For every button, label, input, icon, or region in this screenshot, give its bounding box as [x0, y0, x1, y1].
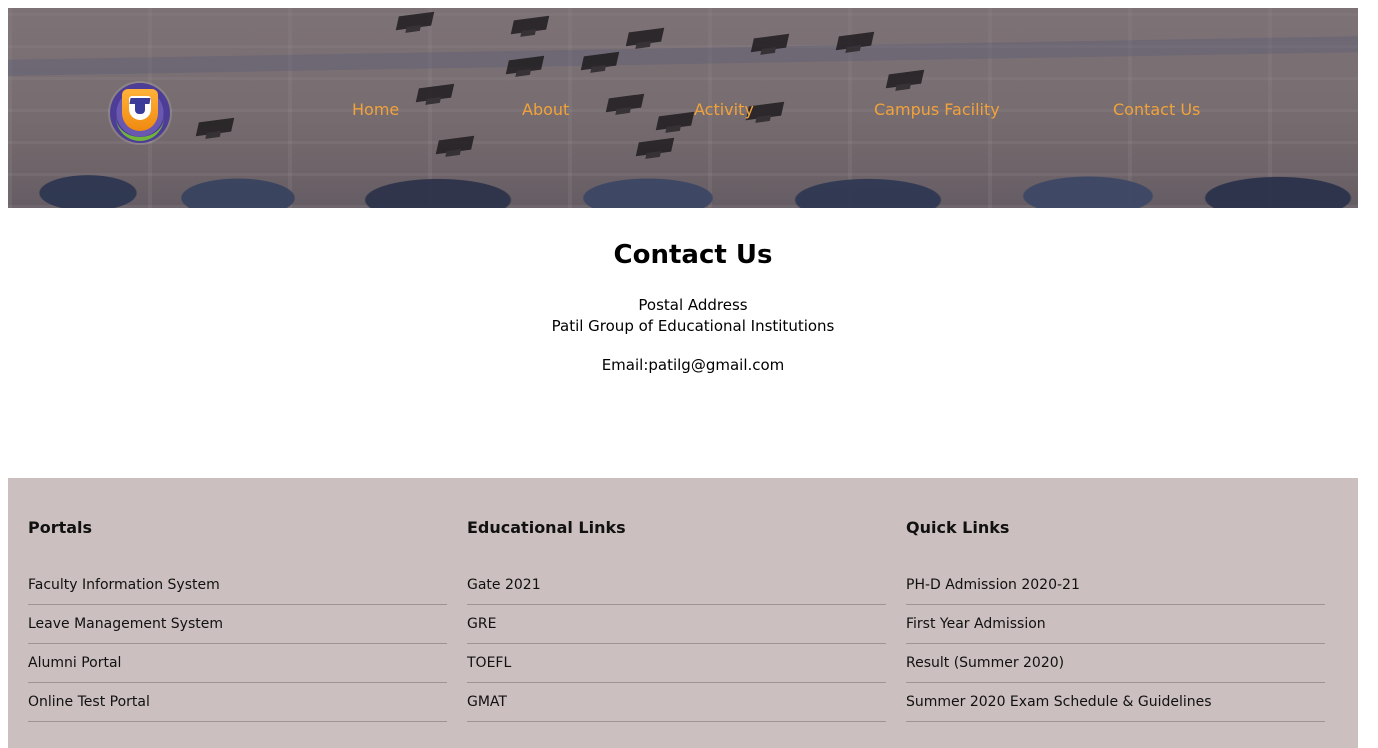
page-title: Contact Us: [613, 240, 773, 270]
footer-link-list: PH-D Admission 2020-21 First Year Admiss…: [906, 567, 1325, 723]
nav-about[interactable]: About: [522, 100, 569, 119]
footer-link-gre[interactable]: GRE: [467, 606, 886, 644]
postal-address-heading: Postal Address: [638, 296, 748, 314]
page: Home About Activity Campus Facility Cont…: [0, 0, 1378, 748]
footer-heading: Portals: [28, 518, 93, 537]
footer-link-list: Faculty Information System Leave Managem…: [28, 567, 447, 723]
nav-campus-facility[interactable]: Campus Facility: [874, 100, 1000, 119]
main-nav: Home About Activity Campus Facility Cont…: [8, 8, 1358, 208]
footer-link-online-test-portal[interactable]: Online Test Portal: [28, 684, 447, 722]
footer-link-alumni-portal[interactable]: Alumni Portal: [28, 645, 447, 683]
contact-section: Contact Us Postal Address Patil Group of…: [8, 208, 1378, 478]
footer-link-gate-2021[interactable]: Gate 2021: [467, 567, 886, 605]
footer-link-leave-management-system[interactable]: Leave Management System: [28, 606, 447, 644]
nav-contact-us[interactable]: Contact Us: [1113, 100, 1200, 119]
footer-link-result-summer-2020[interactable]: Result (Summer 2020): [906, 645, 1325, 683]
footer-link-faculty-information-system[interactable]: Faculty Information System: [28, 567, 447, 605]
footer-heading: Educational Links: [467, 518, 626, 537]
footer-heading: Quick Links: [906, 518, 1010, 537]
footer: Portals Faculty Information System Leave…: [8, 478, 1358, 748]
contact-email: Email:patilg@gmail.com: [601, 356, 785, 374]
footer-link-gmat[interactable]: GMAT: [467, 684, 886, 722]
header-banner: Home About Activity Campus Facility Cont…: [8, 8, 1358, 208]
footer-link-phd-admission[interactable]: PH-D Admission 2020-21: [906, 567, 1325, 605]
nav-activity[interactable]: Activity: [694, 100, 754, 119]
footer-link-first-year-admission[interactable]: First Year Admission: [906, 606, 1325, 644]
footer-link-toefl[interactable]: TOEFL: [467, 645, 886, 683]
institution-name: Patil Group of Educational Institutions: [551, 317, 835, 335]
footer-link-list: Gate 2021 GRE TOEFL GMAT: [467, 567, 886, 723]
nav-home[interactable]: Home: [352, 100, 399, 119]
footer-link-exam-schedule[interactable]: Summer 2020 Exam Schedule & Guidelines: [906, 684, 1325, 722]
